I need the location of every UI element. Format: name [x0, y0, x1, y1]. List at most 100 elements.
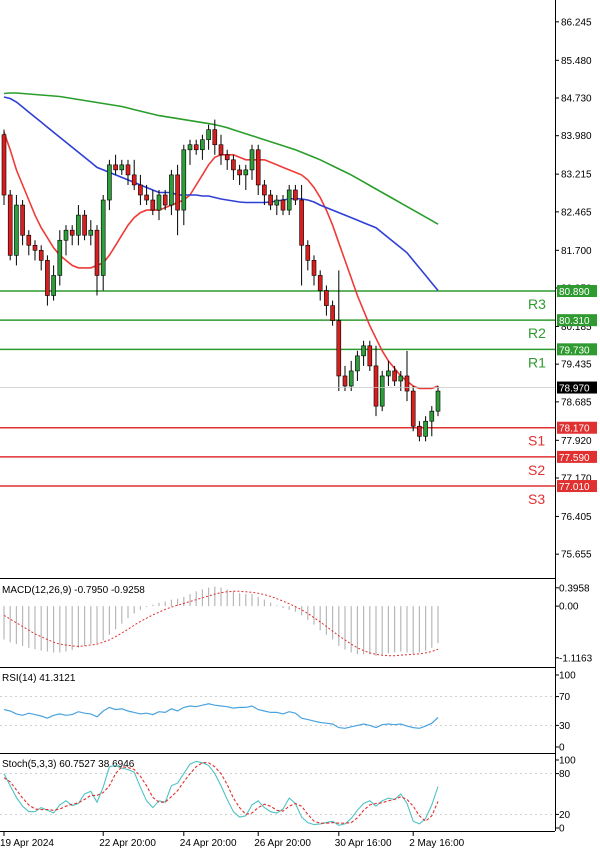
- macd-histogram-bar: [115, 606, 117, 630]
- candle-body: [144, 194, 149, 201]
- macd-histogram-bar: [40, 606, 42, 651]
- candle-body: [113, 164, 118, 171]
- candle-body: [324, 290, 329, 306]
- macd-histogram-bar: [270, 602, 272, 607]
- price-tick-label: 82.465: [561, 207, 592, 218]
- macd-histogram-bar: [232, 591, 234, 607]
- candle-body: [150, 199, 156, 211]
- candle-body: [107, 164, 112, 201]
- macd-histogram-bar: [276, 605, 278, 607]
- macd-histogram-bar: [53, 606, 55, 653]
- candle-body: [169, 174, 174, 206]
- candle-body: [410, 390, 416, 427]
- candle-body: [1, 134, 7, 196]
- candle-body: [311, 260, 317, 276]
- macd-histogram-bar: [394, 606, 396, 653]
- macd-histogram-bar: [400, 606, 402, 652]
- candle-body: [299, 199, 304, 246]
- macd-histogram-bar: [127, 606, 129, 619]
- macd-histogram-bar: [363, 606, 365, 655]
- candle-body: [20, 204, 25, 236]
- candle-body: [45, 260, 50, 296]
- pivot-label-r3: R3: [528, 296, 546, 312]
- macd-histogram-bar: [332, 606, 334, 640]
- candle-body: [69, 229, 75, 236]
- stoch-tick-label: 20: [559, 810, 571, 821]
- candle-body: [348, 370, 354, 387]
- macd-histogram-bar: [208, 587, 210, 607]
- candle-body: [249, 149, 255, 171]
- macd-histogram-bar: [257, 596, 259, 607]
- macd-histogram-bar: [189, 594, 191, 607]
- stoch-title: Stoch(5,3,3) 60.7527 38.6946: [2, 759, 135, 770]
- candle-body: [51, 275, 56, 296]
- rsi-tick-label: 100: [559, 671, 576, 682]
- candle-body: [162, 194, 168, 206]
- candle-body: [373, 365, 379, 407]
- candle-body: [26, 234, 32, 246]
- macd-histogram-bar: [15, 606, 17, 645]
- macd-histogram-bar: [28, 606, 30, 648]
- candle-body: [14, 204, 19, 256]
- price-tick-label: 79.435: [561, 360, 592, 371]
- macd-tick-label: 0.3958: [559, 583, 590, 594]
- macd-histogram-bar: [183, 596, 185, 607]
- candle-body: [206, 129, 211, 141]
- stoch-tick-label: 100: [559, 756, 576, 767]
- pivot-price-s3: 77.010: [559, 482, 590, 493]
- macd-histogram-bar: [282, 606, 284, 608]
- macd-histogram-bar: [158, 602, 160, 607]
- macd-histogram-bar: [71, 606, 73, 651]
- macd-histogram-bar: [313, 606, 315, 625]
- candle-body: [417, 425, 422, 437]
- time-tick-label: 30 Apr 16:00: [335, 838, 392, 849]
- macd-histogram-bar: [412, 606, 414, 654]
- macd-histogram-bar: [102, 606, 104, 641]
- macd-histogram-bar: [375, 606, 377, 657]
- candle-body: [336, 320, 342, 377]
- price-tick-label: 77.920: [561, 436, 592, 447]
- candle-body: [7, 194, 13, 256]
- macd-histogram-bar: [418, 606, 420, 653]
- macd-histogram-bar: [84, 606, 86, 646]
- candle-body: [435, 390, 441, 412]
- candle-body: [76, 214, 81, 236]
- pivot-price-s1: 78.170: [559, 424, 590, 435]
- candle-body: [404, 375, 410, 392]
- macd-histogram-bar: [214, 586, 216, 607]
- candle-body: [38, 250, 44, 261]
- macd-histogram-bar: [239, 593, 241, 607]
- pivot-label-s3: S3: [528, 491, 545, 507]
- macd-histogram-bar: [170, 599, 172, 607]
- time-tick-label: 2 May 16:00: [409, 838, 464, 849]
- candle-body: [293, 189, 298, 201]
- candle-body: [392, 370, 397, 382]
- macd-title: MACD(12,26,9) -0.7950 -0.9258: [2, 585, 145, 596]
- macd-histogram-bar: [164, 601, 166, 607]
- candle: [410, 386, 416, 432]
- candle-body: [355, 355, 360, 372]
- candle-body: [200, 139, 205, 151]
- macd-histogram-bar: [59, 606, 61, 653]
- pivot-label-r1: R1: [528, 354, 546, 370]
- macd-histogram-bar: [139, 606, 141, 610]
- macd-histogram-bar: [356, 606, 358, 655]
- candle-body: [398, 375, 404, 382]
- macd-histogram-bar: [344, 606, 346, 650]
- macd-histogram-bar: [133, 606, 135, 614]
- candle-body: [224, 154, 230, 161]
- pivot-price-s2: 77.590: [559, 453, 590, 464]
- candle-body: [63, 229, 69, 241]
- macd-histogram-bar: [425, 606, 427, 651]
- price-tick-label: 85.480: [561, 56, 592, 67]
- current-price-label: 78.970: [559, 384, 590, 395]
- candle-body: [255, 149, 261, 186]
- price-tick-label: 78.685: [561, 397, 592, 408]
- macd-histogram-bar: [338, 606, 340, 646]
- candle-body: [330, 305, 335, 321]
- macd-histogram-bar: [369, 606, 371, 655]
- candle: [379, 370, 385, 412]
- macd-histogram-bar: [245, 594, 247, 607]
- rsi-title: RSI(14) 41.3121: [2, 673, 76, 684]
- candle-body: [131, 174, 137, 186]
